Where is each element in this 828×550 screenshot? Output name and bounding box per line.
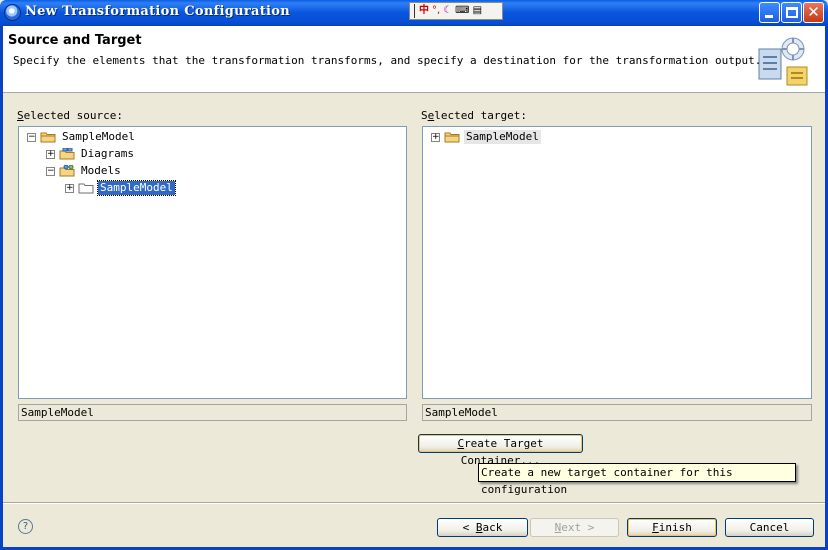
next-button[interactable]: Next > <box>530 518 619 537</box>
minimize-icon <box>765 15 773 18</box>
app-icon <box>4 4 21 21</box>
page-description: Specify the elements that the transforma… <box>13 54 762 67</box>
cancel-button[interactable]: Cancel <box>725 518 814 537</box>
selected-source-label: Selected source: <box>17 109 123 122</box>
maximize-icon <box>786 7 798 18</box>
model-folder-icon <box>59 165 75 177</box>
window-title: New Transformation Configuration <box>25 4 291 19</box>
tree-node-label: Models <box>81 164 121 177</box>
ime-mode-icon[interactable]: 中 <box>419 4 429 18</box>
title-bar[interactable]: New Transformation Configuration 中 °, ☾ … <box>0 0 828 26</box>
tree-node-label: SampleModel <box>464 130 541 144</box>
minimize-button[interactable] <box>759 2 780 23</box>
menu-icon[interactable]: ▤ <box>473 4 482 18</box>
tree-node-samplemodel[interactable]: + SampleModel <box>431 129 541 145</box>
target-tree[interactable]: + SampleModel <box>422 126 812 399</box>
close-icon: ✕ <box>807 3 820 21</box>
finish-button[interactable]: Finish <box>627 518 717 537</box>
expand-icon[interactable]: + <box>65 183 74 193</box>
back-button[interactable]: < Back <box>437 518 528 537</box>
footer-separator <box>3 502 825 504</box>
tree-node-label-selected: SampleModel <box>97 180 176 196</box>
project-folder-icon <box>444 132 460 143</box>
tooltip: Create a new target container for this c… <box>478 463 796 496</box>
collapse-icon[interactable]: − <box>27 132 36 142</box>
project-folder-icon <box>40 132 56 143</box>
close-button[interactable]: ✕ <box>803 2 824 23</box>
transformation-wizard-icon <box>758 37 808 86</box>
punctuation-icon[interactable]: °, <box>432 4 440 18</box>
source-tree[interactable]: − SampleModel + Diagrams − Models + Samp… <box>18 126 407 399</box>
tree-node-label: SampleModel <box>62 130 135 143</box>
expand-icon[interactable]: + <box>46 149 55 159</box>
ime-separator <box>414 4 416 18</box>
maximize-button[interactable] <box>781 2 802 23</box>
wizard-header: Source and Target Specify the elements t… <box>3 26 825 93</box>
target-path-field: SampleModel <box>422 404 812 421</box>
expand-icon[interactable]: + <box>431 132 440 142</box>
tree-node-diagrams[interactable]: + Diagrams <box>46 146 136 162</box>
create-target-container-button[interactable]: Create Target Container... <box>418 434 583 467</box>
collapse-icon[interactable]: − <box>46 166 55 176</box>
help-icon[interactable]: ? <box>18 519 33 534</box>
tree-node-label: Diagrams <box>81 147 134 160</box>
keyboard-icon[interactable]: ⌨ <box>455 4 469 18</box>
diagram-folder-icon <box>59 148 75 160</box>
tree-node-samplemodel-child[interactable]: + SampleModel <box>65 180 176 196</box>
tree-node-samplemodel[interactable]: − SampleModel <box>27 129 137 145</box>
source-path-field: SampleModel <box>18 404 407 421</box>
ime-toolbar[interactable]: 中 °, ☾ ⌨ ▤ <box>409 2 503 20</box>
moon-icon[interactable]: ☾ <box>443 4 452 18</box>
folder-icon <box>78 183 94 194</box>
selected-target-label: Selected target: <box>421 109 527 122</box>
window-frame-left <box>0 26 3 550</box>
tree-node-models[interactable]: − Models <box>46 163 123 179</box>
page-title: Source and Target <box>8 33 142 48</box>
